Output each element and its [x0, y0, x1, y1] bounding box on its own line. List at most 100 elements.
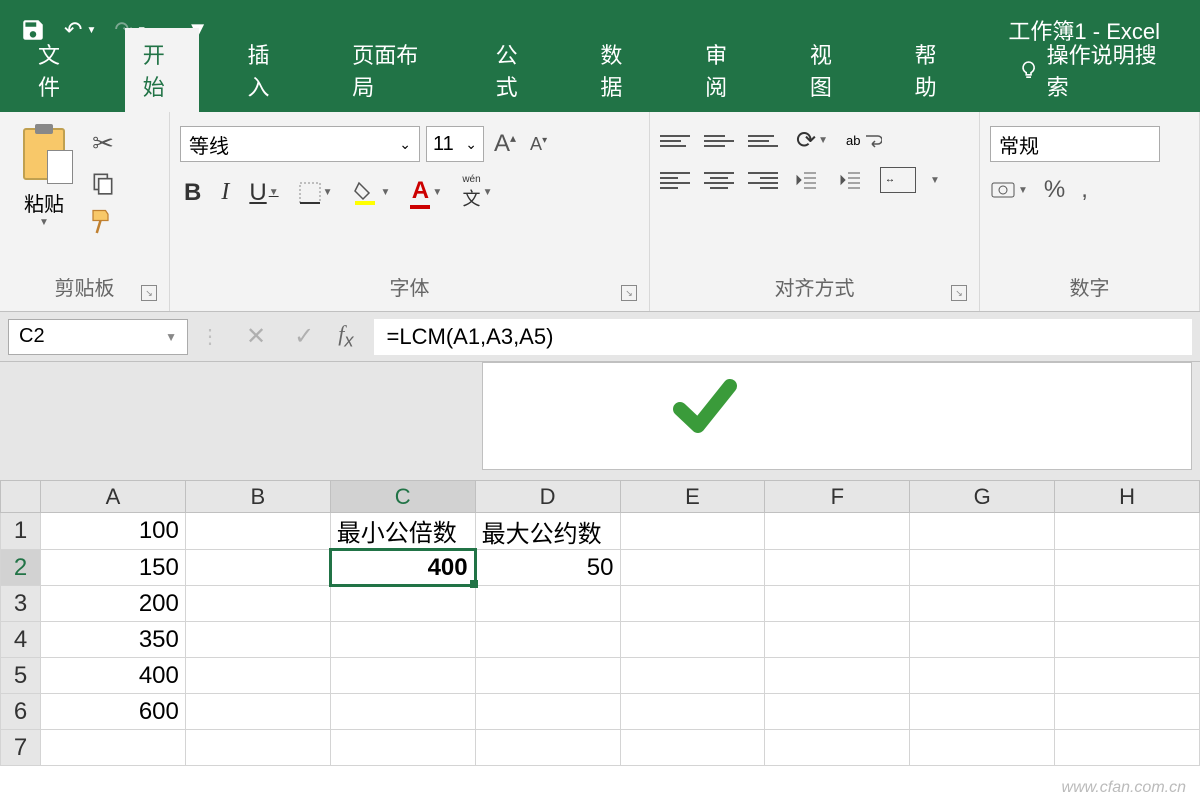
cell-F7[interactable] — [765, 730, 910, 766]
increase-font-button[interactable]: A▴ — [490, 130, 520, 158]
decrease-font-button[interactable]: A▾ — [526, 134, 551, 155]
cell-H5[interactable] — [1055, 658, 1200, 694]
paste-button[interactable]: 粘贴 ▼ — [10, 120, 78, 266]
border-button[interactable]: ▼ — [295, 182, 337, 204]
cell-B3[interactable] — [185, 586, 330, 622]
tab-help[interactable]: 帮助 — [897, 28, 972, 112]
cell-A2[interactable]: 150 — [40, 550, 185, 586]
cell-D1[interactable]: 最大公约数 — [475, 513, 620, 550]
cell-F1[interactable] — [765, 513, 910, 550]
col-head-C[interactable]: C — [330, 481, 475, 513]
col-head-E[interactable]: E — [620, 481, 765, 513]
cell-C2[interactable]: 400 — [330, 550, 475, 586]
cell-C1[interactable]: 最小公倍数 — [330, 513, 475, 550]
formula-bar[interactable]: =LCM(A1,A3,A5) — [374, 319, 1192, 355]
tab-review[interactable]: 审阅 — [687, 28, 762, 112]
underline-button[interactable]: U▼ — [245, 179, 282, 207]
align-launcher[interactable]: ↘ — [951, 285, 967, 301]
cell-H2[interactable] — [1055, 550, 1200, 586]
cell-D6[interactable] — [475, 694, 620, 730]
tab-file[interactable]: 文件 — [20, 28, 95, 112]
tab-layout[interactable]: 页面布局 — [334, 28, 447, 112]
cut-button[interactable]: ✂ — [86, 128, 120, 158]
cell-D4[interactable] — [475, 622, 620, 658]
col-head-H[interactable]: H — [1055, 481, 1200, 513]
currency-button[interactable]: ▼ — [990, 179, 1028, 201]
row-head-6[interactable]: 6 — [1, 694, 41, 730]
cell-B1[interactable] — [185, 513, 330, 550]
cell-C6[interactable] — [330, 694, 475, 730]
formula-bar-expanded[interactable] — [482, 362, 1192, 470]
cell-D3[interactable] — [475, 586, 620, 622]
row-head-4[interactable]: 4 — [1, 622, 41, 658]
cell-A3[interactable]: 200 — [40, 586, 185, 622]
cell-C5[interactable] — [330, 658, 475, 694]
cell-E7[interactable] — [620, 730, 765, 766]
fill-color-button[interactable]: ▼ — [349, 180, 395, 206]
cell-E6[interactable] — [620, 694, 765, 730]
orientation-button[interactable]: ⟳▼ — [792, 126, 832, 155]
fx-icon[interactable]: fx — [328, 321, 363, 351]
cell-H4[interactable] — [1055, 622, 1200, 658]
cell-G7[interactable] — [910, 730, 1055, 766]
tab-insert[interactable]: 插入 — [229, 28, 304, 112]
col-head-F[interactable]: F — [765, 481, 910, 513]
row-head-5[interactable]: 5 — [1, 658, 41, 694]
cell-B6[interactable] — [185, 694, 330, 730]
tell-me-search[interactable]: 操作说明搜索 — [1001, 28, 1180, 112]
number-format-select[interactable]: 常规 — [990, 126, 1160, 162]
cell-B2[interactable] — [185, 550, 330, 586]
increase-indent-button[interactable] — [836, 170, 866, 190]
cell-G2[interactable] — [910, 550, 1055, 586]
cell-E2[interactable] — [620, 550, 765, 586]
row-head-3[interactable]: 3 — [1, 586, 41, 622]
cell-G1[interactable] — [910, 513, 1055, 550]
cell-A1[interactable]: 100 — [40, 513, 185, 550]
cell-E1[interactable] — [620, 513, 765, 550]
align-right-button[interactable] — [748, 167, 778, 193]
enter-formula-button[interactable]: ✓ — [280, 322, 328, 351]
row-head-2[interactable]: 2 — [1, 550, 41, 586]
font-color-button[interactable]: A▼ — [406, 177, 446, 209]
cell-E5[interactable] — [620, 658, 765, 694]
col-head-D[interactable]: D — [475, 481, 620, 513]
col-head-G[interactable]: G — [910, 481, 1055, 513]
select-all-corner[interactable] — [1, 481, 41, 513]
row-head-1[interactable]: 1 — [1, 513, 41, 550]
cell-D7[interactable] — [475, 730, 620, 766]
cell-E3[interactable] — [620, 586, 765, 622]
decrease-indent-button[interactable] — [792, 170, 822, 190]
clipboard-launcher[interactable]: ↘ — [141, 285, 157, 301]
wrap-text-button[interactable]: ab — [846, 132, 882, 150]
spreadsheet-grid[interactable]: A B C D E F G H 1 100 最小公倍数 最大公约数 2 150 … — [0, 480, 1200, 766]
cell-H7[interactable] — [1055, 730, 1200, 766]
align-middle-button[interactable] — [704, 128, 734, 154]
tab-home[interactable]: 开始 — [125, 28, 200, 112]
tab-view[interactable]: 视图 — [792, 28, 867, 112]
cell-F3[interactable] — [765, 586, 910, 622]
cell-F6[interactable] — [765, 694, 910, 730]
cell-C4[interactable] — [330, 622, 475, 658]
bold-button[interactable]: B — [180, 179, 205, 207]
cancel-formula-button[interactable]: ✕ — [232, 322, 280, 351]
tab-formulas[interactable]: 公式 — [478, 28, 553, 112]
row-head-7[interactable]: 7 — [1, 730, 41, 766]
cell-F5[interactable] — [765, 658, 910, 694]
cell-G3[interactable] — [910, 586, 1055, 622]
cell-G6[interactable] — [910, 694, 1055, 730]
font-launcher[interactable]: ↘ — [621, 285, 637, 301]
font-size-select[interactable]: 11⌄ — [426, 126, 484, 162]
align-bottom-button[interactable] — [748, 128, 778, 154]
cell-B4[interactable] — [185, 622, 330, 658]
cell-C7[interactable] — [330, 730, 475, 766]
cell-E4[interactable] — [620, 622, 765, 658]
cell-D2[interactable]: 50 — [475, 550, 620, 586]
col-head-B[interactable]: B — [185, 481, 330, 513]
cell-A5[interactable]: 400 — [40, 658, 185, 694]
cell-G4[interactable] — [910, 622, 1055, 658]
cell-G5[interactable] — [910, 658, 1055, 694]
cell-C3[interactable] — [330, 586, 475, 622]
cell-B5[interactable] — [185, 658, 330, 694]
name-box[interactable]: C2▼ — [8, 319, 188, 355]
phonetic-button[interactable]: wén文▼ — [458, 174, 496, 211]
